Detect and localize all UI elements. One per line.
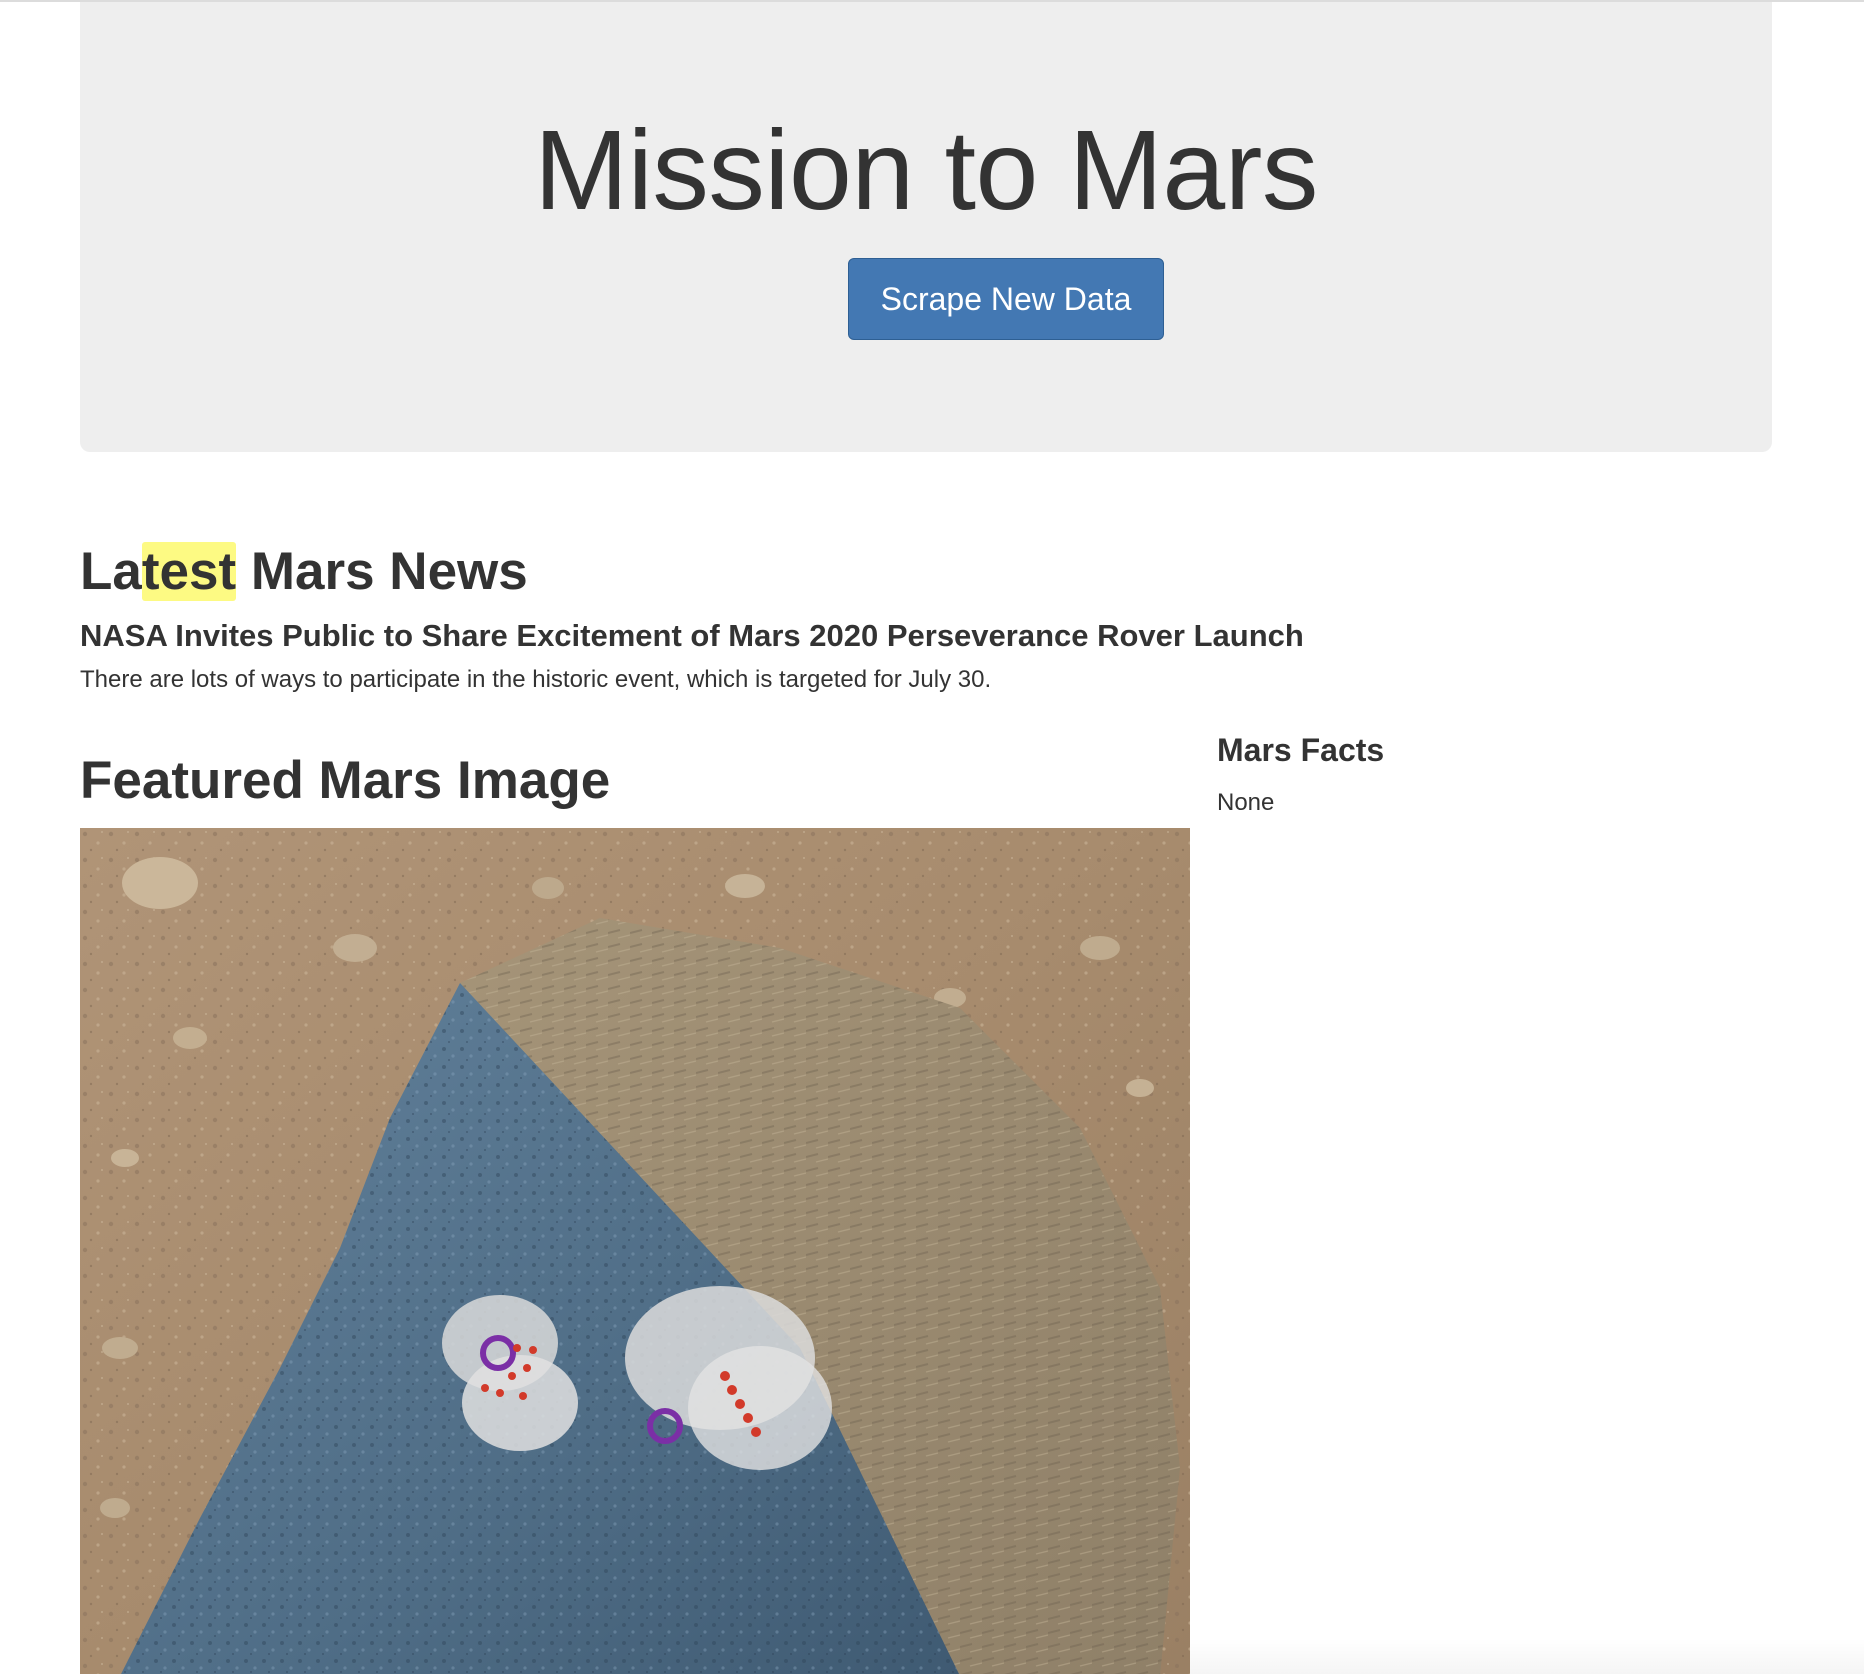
mars-rock-photo (80, 828, 1190, 1674)
mars-facts-heading: Mars Facts (1217, 732, 1385, 768)
news-heading-end: Mars News (236, 542, 528, 601)
scrape-new-data-button[interactable]: Scrape New Data (848, 258, 1164, 340)
featured-mars-image (80, 828, 1190, 1674)
mars-facts-table: None (1217, 789, 1275, 816)
page-title: Mission to Mars (534, 107, 1318, 233)
search-highlight: test (141, 542, 237, 601)
news-teaser: There are lots of ways to participate in… (80, 666, 992, 693)
jumbotron: Mission to Mars Scrape New Data (80, 2, 1772, 452)
news-heading-start: La (80, 542, 142, 601)
news-title: NASA Invites Public to Share Excitement … (80, 618, 1304, 653)
latest-news-heading: Latest Mars News (80, 542, 528, 602)
featured-image-heading: Featured Mars Image (80, 751, 611, 810)
scroll-fade (1190, 1638, 1864, 1674)
page: Mission to Mars Scrape New Data Latest M… (0, 0, 1864, 1674)
